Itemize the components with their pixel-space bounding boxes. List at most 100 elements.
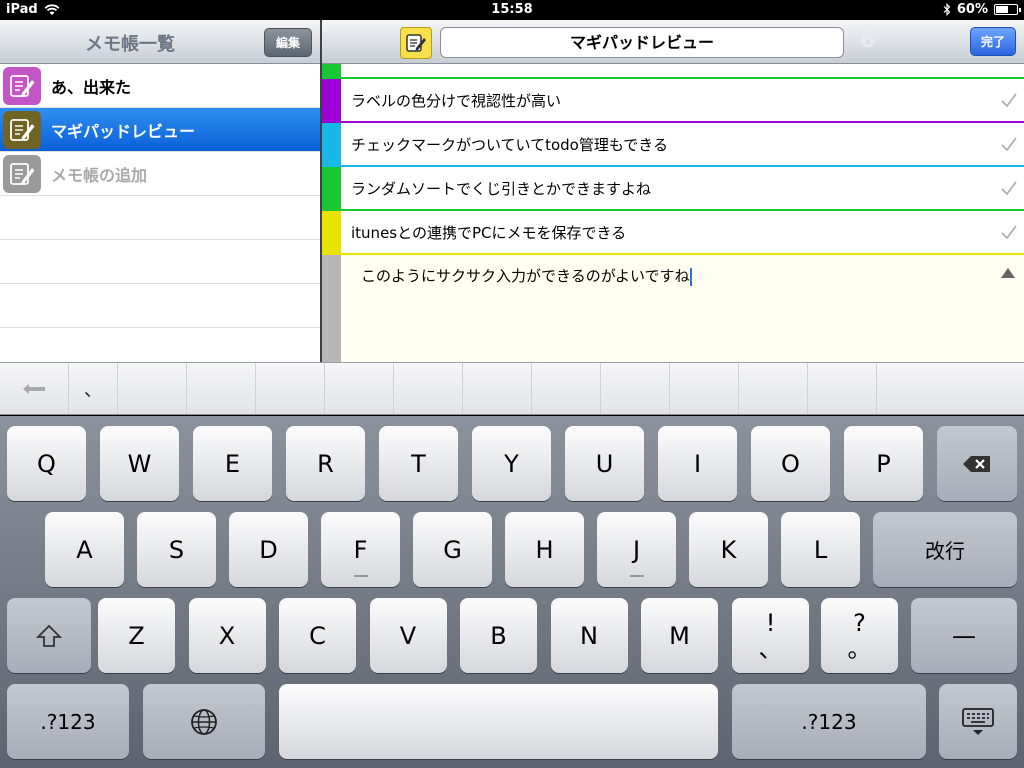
todo-text: itunesとの連携でPCにメモを保存できる (351, 223, 627, 242)
todo-item-partial[interactable] (322, 64, 1024, 79)
triangle-up-icon[interactable] (1000, 267, 1016, 279)
key-label: V (399, 621, 417, 650)
todo-item[interactable]: チェックマークがついていてtodo管理もできる (322, 123, 1024, 167)
key-s[interactable]: S (137, 512, 216, 587)
candidate-item[interactable] (808, 363, 877, 414)
delete-key[interactable] (937, 426, 1017, 501)
key-label: U (595, 449, 614, 478)
key-l[interactable]: L (781, 512, 860, 587)
key-d[interactable]: D (229, 512, 308, 587)
candidate-item[interactable] (325, 363, 394, 414)
list-item (0, 284, 320, 328)
label-color (322, 167, 341, 209)
key-i[interactable]: I (658, 426, 737, 501)
key-label: A (76, 535, 93, 564)
key-label: G (443, 535, 462, 564)
add-memo-item[interactable]: メモ帳の追加 (0, 152, 320, 196)
key-o[interactable]: O (751, 426, 830, 501)
key-c[interactable]: C (279, 598, 356, 673)
label-color (322, 123, 341, 165)
candidate-item[interactable]: 、 (69, 363, 118, 414)
key-v[interactable]: V (369, 598, 447, 673)
label-color (322, 211, 341, 253)
todo-item[interactable]: ラベルの色分けで視認性が高い (322, 79, 1024, 123)
keyboard-dismiss-icon (962, 707, 994, 735)
numbers-key-left[interactable]: .?123 (7, 684, 129, 759)
key-w[interactable]: W (100, 426, 179, 501)
editing-text-input[interactable]: このようにサクサク入力ができるのがよいですね (341, 255, 692, 362)
key-label: I (693, 449, 702, 478)
question-key[interactable]: ?。 (821, 598, 898, 673)
checkmark-icon[interactable] (1000, 180, 1018, 200)
shift-key[interactable] (7, 598, 91, 673)
key-x[interactable]: X (188, 598, 266, 673)
key-n[interactable]: N (550, 598, 628, 673)
numbers-key-right[interactable]: .?123 (732, 684, 926, 759)
todo-item[interactable]: itunesとの連携でPCにメモを保存できる (322, 211, 1024, 255)
memo-detail-pane: マギパッドレビュー 6 完了 ラベルの色分けで視認性が高いチェックマークがついて… (322, 20, 1024, 362)
memo-label: メモ帳の追加 (51, 165, 148, 185)
key-r[interactable]: R (286, 426, 365, 501)
home-row-bump (353, 575, 368, 577)
checkmark-icon[interactable] (1000, 224, 1018, 244)
edit-button[interactable]: 編集 (264, 28, 312, 57)
checkmark-icon[interactable] (1000, 136, 1018, 156)
candidate-item[interactable] (118, 363, 187, 414)
notepad-icon (3, 154, 41, 193)
key-q[interactable]: Q (7, 426, 86, 501)
memo-title-field[interactable]: マギパッドレビュー (440, 27, 844, 58)
memo-detail-navbar: マギパッドレビュー 6 完了 (322, 20, 1024, 64)
key-label: O (781, 449, 800, 478)
key-p[interactable]: P (844, 426, 923, 501)
key-label: F (353, 535, 368, 564)
key-h[interactable]: H (505, 512, 584, 587)
memo-list-item[interactable]: あ、出来た (0, 64, 320, 108)
globe-key[interactable] (143, 684, 265, 759)
key-u[interactable]: U (565, 426, 644, 501)
memo-list-title: メモ帳一覧 (85, 34, 175, 55)
key-k[interactable]: K (689, 512, 768, 587)
key-label: M (669, 621, 690, 650)
key-label: H (535, 535, 554, 564)
key-g[interactable]: G (413, 512, 492, 587)
space-key[interactable] (279, 684, 718, 759)
done-button[interactable]: 完了 (970, 27, 1016, 56)
candidate-back-button[interactable] (0, 363, 69, 414)
key-f[interactable]: F (321, 512, 400, 587)
todo-item[interactable]: ランダムソートでくじ引きとかできますよね (322, 167, 1024, 211)
key-y[interactable]: Y (472, 426, 551, 501)
candidate-item[interactable] (394, 363, 463, 414)
candidate-item[interactable] (187, 363, 256, 414)
hide-keyboard-key[interactable] (939, 684, 1017, 759)
key-b[interactable]: B (460, 598, 537, 673)
candidate-item[interactable] (670, 363, 739, 414)
candidate-item[interactable] (463, 363, 532, 414)
candidate-item[interactable] (256, 363, 325, 414)
checkmark-icon[interactable] (1000, 92, 1018, 112)
key-m[interactable]: M (641, 598, 718, 673)
key-t[interactable]: T (379, 426, 458, 501)
candidate-item[interactable] (601, 363, 670, 414)
editing-item[interactable]: このようにサクサク入力ができるのがよいですね (322, 255, 1024, 362)
dash-key[interactable]: — (911, 598, 1017, 673)
label-color (322, 64, 341, 77)
key-label: T (411, 449, 426, 478)
bluetooth-icon (943, 3, 951, 16)
todo-text: チェックマークがついていてtodo管理もできる (351, 135, 668, 154)
return-key[interactable]: 改行 (873, 512, 1017, 587)
key-j[interactable]: J (597, 512, 676, 587)
candidate-item[interactable] (877, 363, 956, 414)
exclamation-key[interactable]: !、 (732, 598, 809, 673)
key-a[interactable]: A (45, 512, 124, 587)
battery-icon (994, 4, 1021, 15)
key-label: W (127, 449, 152, 478)
candidate-item[interactable] (532, 363, 601, 414)
memo-list-item[interactable]: マギパッドレビュー (0, 108, 320, 152)
notepad-icon[interactable] (400, 27, 432, 59)
key-e[interactable]: E (193, 426, 272, 501)
candidate-item[interactable] (739, 363, 808, 414)
candidate-bar: 、 (0, 362, 1024, 415)
todo-text: ランダムソートでくじ引きとかできますよね (351, 179, 652, 198)
todo-text: ラベルの色分けで視認性が高い (351, 91, 562, 110)
key-z[interactable]: Z (98, 598, 175, 673)
